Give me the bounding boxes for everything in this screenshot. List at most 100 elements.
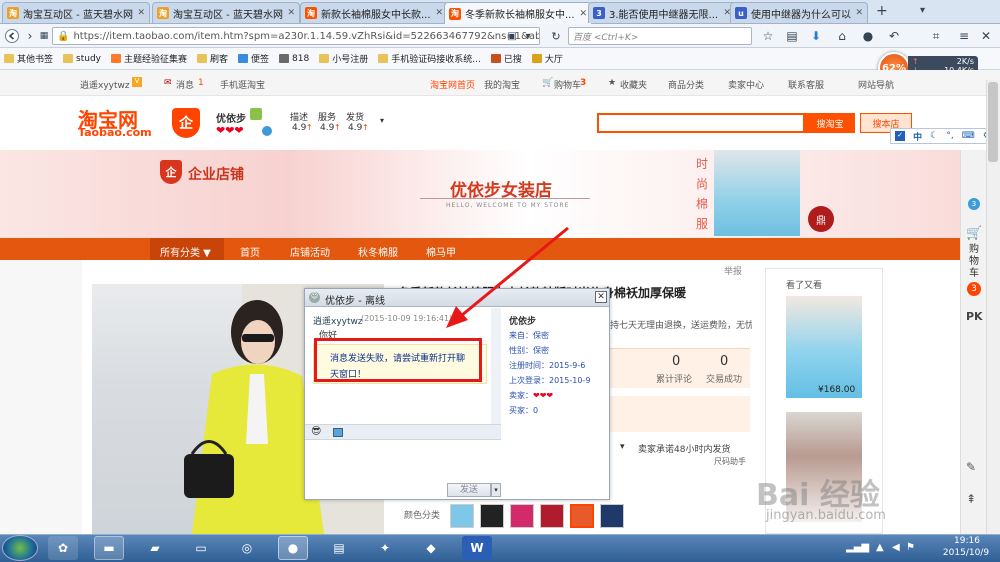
menu-all-categories[interactable]: 所有分类 ▼ xyxy=(160,244,211,259)
home-icon[interactable]: ⌂ xyxy=(834,28,850,44)
reload-icon[interactable]: ↻ xyxy=(548,28,564,44)
clock-time[interactable]: 19:16 xyxy=(942,536,992,546)
send-button[interactable]: 发送 xyxy=(447,483,491,497)
chat-close-icon[interactable]: ✕ xyxy=(595,291,607,303)
categories-link[interactable]: 商品分类 xyxy=(668,78,704,91)
bookmark-item[interactable]: 818 xyxy=(279,54,309,64)
store-name[interactable]: 优依步 xyxy=(216,110,246,125)
bookmark-folder[interactable]: 其他书签 xyxy=(4,52,53,65)
menu-winter-coats[interactable]: 秋冬棉服 xyxy=(358,244,398,259)
menu-promotions[interactable]: 店铺活动 xyxy=(290,244,330,259)
media-icon[interactable]: ▤ xyxy=(324,536,354,560)
menu-icon[interactable]: ≡ xyxy=(956,28,972,44)
location-dropdown-icon[interactable]: ▾ xyxy=(620,442,625,452)
messages-link[interactable]: 消息 xyxy=(176,78,194,91)
undo-icon[interactable]: ↶ xyxy=(886,28,902,44)
bookmark-item[interactable]: 大厅 xyxy=(531,52,563,65)
moon-icon[interactable]: ☾ xyxy=(930,131,938,141)
scrollbar-thumb[interactable] xyxy=(988,82,998,162)
search-engine-input[interactable]: 百度 <Ctrl+K> xyxy=(568,27,752,45)
close-tab-icon[interactable]: ✕ xyxy=(435,8,443,18)
close-tab-icon[interactable]: ✕ xyxy=(137,8,145,18)
crop-icon[interactable]: ⌗ xyxy=(928,28,944,44)
banner-model-image[interactable] xyxy=(714,150,800,236)
ime-lang-toggle[interactable]: 中 xyxy=(913,130,922,143)
menu-home[interactable]: 首页 xyxy=(240,244,260,259)
mobile-taobao-link[interactable]: 手机逛淘宝 xyxy=(220,78,265,91)
browser-app-icon[interactable]: ◎ xyxy=(232,536,262,560)
punctuation-icon[interactable]: °, xyxy=(946,131,953,141)
file-explorer-icon[interactable]: ▬ xyxy=(94,536,124,560)
dropdown-icon[interactable]: ▾ xyxy=(520,28,536,44)
edit-icon[interactable]: ✎ xyxy=(966,460,976,474)
bookmark-folder[interactable]: 手机验证码接收系统... xyxy=(378,52,481,65)
bookmark-folder[interactable]: study xyxy=(63,54,101,64)
sidebar-badge-icon[interactable]: 3 xyxy=(968,198,980,210)
comments-label[interactable]: 累计评论 xyxy=(656,372,692,385)
clock-date[interactable]: 2015/10/9 xyxy=(936,548,996,558)
volume-icon[interactable]: ◀ xyxy=(892,542,900,553)
folder-app-icon[interactable]: ▰ xyxy=(140,536,170,560)
tab-list-icon[interactable]: ▾ xyxy=(920,5,925,16)
flag-icon[interactable]: ⚑ xyxy=(906,542,915,553)
wangwang-icon[interactable] xyxy=(250,108,262,120)
ime-logo-icon[interactable]: ✓ xyxy=(895,131,906,141)
app-icon[interactable]: ✿ xyxy=(48,536,78,560)
image-icon[interactable] xyxy=(333,428,343,437)
browser-tab[interactable]: 淘 淘宝互动区 - 蓝天碧水网 ✕ xyxy=(152,2,300,23)
seller-center-link[interactable]: 卖家中心 xyxy=(728,78,764,91)
bookmark-item[interactable]: 已搜 xyxy=(490,52,522,65)
favorites-link[interactable]: 收藏夹 xyxy=(620,78,647,91)
size-helper-link[interactable]: 尺码助手 xyxy=(714,456,746,467)
address-bar[interactable]: 🔒 https://item.taobao.com/item.htm?spm=a… xyxy=(52,27,540,45)
taobao-home-link[interactable]: 淘宝网首页 xyxy=(430,78,475,91)
taobao-search-input[interactable] xyxy=(597,113,805,133)
chat-icon[interactable]: ● xyxy=(860,28,876,44)
color-swatch[interactable] xyxy=(540,504,564,528)
sidebar-cart-icon[interactable]: 🛒 xyxy=(966,226,982,241)
firefox-icon[interactable]: ● xyxy=(278,536,308,560)
chevron-down-icon[interactable]: ▾ xyxy=(380,116,384,125)
emoji-icon[interactable]: 😎 xyxy=(311,426,321,437)
sidebar-pk[interactable]: PK xyxy=(966,310,983,323)
network-tray-icon[interactable]: ▂▄▆ xyxy=(846,542,869,553)
search-taobao-button[interactable]: 搜淘宝 xyxy=(805,113,855,133)
color-swatch[interactable] xyxy=(450,504,474,528)
new-tab-button[interactable]: + xyxy=(876,3,888,19)
start-button[interactable] xyxy=(2,535,38,561)
support-link[interactable]: 联系客服 xyxy=(788,78,824,91)
bookmark-folder[interactable]: 小号注册 xyxy=(319,52,368,65)
browser-tab[interactable]: 淘 淘宝互动区 - 蓝天碧水网 ✕ xyxy=(2,2,150,23)
bookmark-folder[interactable]: 刷客 xyxy=(197,52,228,65)
username-link[interactable]: 逍遥xyytwz xyxy=(80,78,130,91)
color-swatch-selected[interactable] xyxy=(570,504,594,528)
back-to-top-icon[interactable]: ⇞ xyxy=(966,492,976,506)
keyboard-icon[interactable]: ⌨ xyxy=(962,131,975,141)
bookmark-item[interactable]: 主题经验征集赛 xyxy=(110,52,187,65)
reader-icon[interactable]: ▤ xyxy=(784,28,800,44)
close-window-icon[interactable]: ✕ xyxy=(978,28,994,44)
report-link[interactable]: 举报 xyxy=(724,264,742,277)
close-tab-icon[interactable]: ✕ xyxy=(855,8,863,18)
sitemap-link[interactable]: 网站导航 xyxy=(858,78,894,91)
app-icon[interactable]: ✦ xyxy=(370,536,400,560)
sidebar-cart-label[interactable]: 购物车 xyxy=(969,244,981,280)
back-icon[interactable] xyxy=(4,28,20,44)
download-icon[interactable]: ⬇ xyxy=(808,28,824,44)
color-swatch[interactable] xyxy=(480,504,504,528)
star-bookmark-icon[interactable]: ☆ xyxy=(760,28,776,44)
show-hidden-icons[interactable]: ▲ xyxy=(876,542,884,553)
browser-tab-active[interactable]: 淘 冬季新款长袖棉服女中... ✕ xyxy=(444,2,592,24)
computer-icon[interactable]: ▭ xyxy=(186,536,216,560)
cart-link[interactable]: 购物车 xyxy=(554,78,581,91)
browser-tab[interactable]: 淘 新款长袖棉服女中长款... ✕ xyxy=(300,2,448,23)
page-menu-icon[interactable]: ▦ xyxy=(36,28,52,44)
close-tab-icon[interactable]: ✕ xyxy=(287,8,295,18)
related-product-image[interactable] xyxy=(786,296,862,398)
send-options-icon[interactable]: ▾ xyxy=(491,483,501,497)
word-icon[interactable]: W xyxy=(462,536,492,560)
color-swatch[interactable] xyxy=(510,504,534,528)
qr-code-icon[interactable]: ▣ xyxy=(504,28,520,44)
browser-tab[interactable]: 3 3.能否使用中继器无限... ✕ xyxy=(588,2,736,23)
browser-tab[interactable]: u 使用中继器为什么可以... ✕ xyxy=(730,2,868,23)
